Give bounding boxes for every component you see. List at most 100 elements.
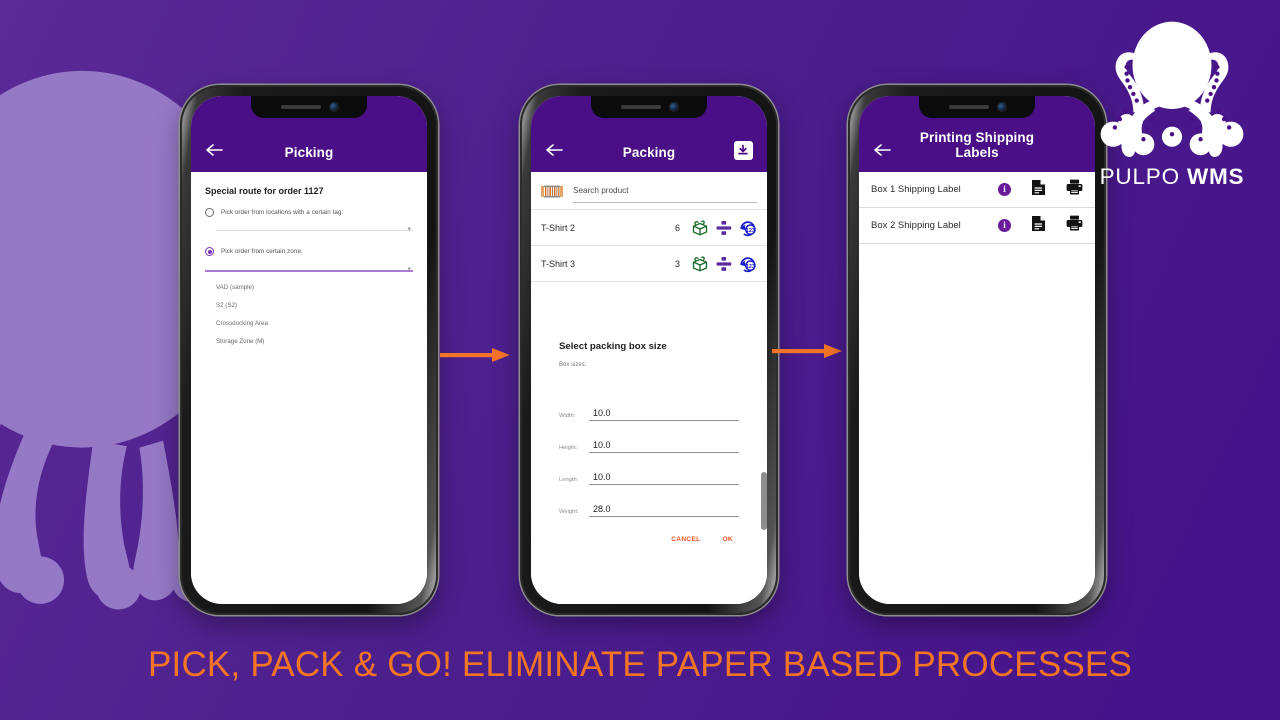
zone-select-underline[interactable]: ▾ <box>205 266 413 273</box>
divide-icon[interactable] <box>716 255 732 273</box>
appbar-trailing-spacer <box>389 136 417 164</box>
headline-text: PICK, PACK & GO! ELIMINATE PAPER BASED P… <box>147 645 1133 684</box>
radio-label-zone: Pick order from certain zone: <box>221 248 303 255</box>
weight-label: Weight: <box>559 509 579 515</box>
radio-option-zone[interactable]: Pick order from certain zone: <box>205 247 413 256</box>
page-title: Printing Shipping Labels <box>919 130 1035 160</box>
barcode-scan-icon[interactable] <box>541 184 563 199</box>
length-label: Length: <box>559 477 579 483</box>
row-actions: i <box>998 215 1083 237</box>
weight-field-row: Weight: 28.0 <box>559 504 739 517</box>
screen-printing: Printing Shipping Labels Box 1 Shipping … <box>859 96 1095 604</box>
list-item[interactable]: Crossdocking Area <box>216 315 413 333</box>
page-title: Picking <box>284 145 334 160</box>
table-row[interactable]: T-Shirt 3 3 123 <box>531 245 767 281</box>
weight-input[interactable]: 28.0 <box>589 504 739 517</box>
brand-name-light: PULPO <box>1099 164 1180 189</box>
height-field-row: Height: 10.0 <box>559 440 739 453</box>
dialog-actions: CANCEL OK <box>559 536 739 543</box>
radio-icon-tag[interactable] <box>205 208 214 217</box>
open-box-icon[interactable] <box>690 255 710 273</box>
search-input[interactable]: Search product <box>573 180 757 203</box>
svg-text:123: 123 <box>746 228 755 234</box>
tag-select-underline[interactable]: ▾ <box>216 226 413 233</box>
radio-option-tag[interactable]: Pick order from locations with a certain… <box>205 208 413 217</box>
appbar-trailing-spacer <box>1057 136 1085 164</box>
screen-picking: Picking Special route for order 1127 Pic… <box>191 96 427 604</box>
row-actions: i <box>998 179 1083 201</box>
chevron-down-icon-zone[interactable]: ▾ <box>407 265 411 273</box>
printer-icon[interactable] <box>1066 179 1083 200</box>
height-input[interactable]: 10.0 <box>589 440 739 453</box>
screen-packing: Packing Search product T-Shirt 2 6 123 T… <box>531 96 767 604</box>
svg-text:123: 123 <box>746 264 755 270</box>
label-name: Box 2 Shipping Label <box>871 220 961 231</box>
cancel-button[interactable]: CANCEL <box>671 536 700 543</box>
phone-mockup-printing: Printing Shipping Labels Box 1 Shipping … <box>848 85 1106 615</box>
renumber-123-icon[interactable]: 123 <box>738 254 757 273</box>
dialog-title: Select packing box size <box>559 341 667 352</box>
length-field-row: Length: 10.0 <box>559 472 739 485</box>
search-placeholder: Search product <box>573 186 629 195</box>
phone-notch <box>591 96 707 118</box>
table-row[interactable]: T-Shirt 2 6 123 <box>531 209 767 245</box>
table-row[interactable]: Box 1 Shipping Label i <box>859 172 1095 208</box>
list-divider <box>531 281 767 282</box>
info-icon[interactable]: i <box>998 219 1011 232</box>
divide-icon[interactable] <box>716 219 732 237</box>
picking-body: Special route for order 1127 Pick order … <box>191 172 427 604</box>
list-item[interactable]: S2 (S2) <box>216 297 413 315</box>
width-field-row: Width: 10.0 <box>559 408 739 421</box>
product-name: T-Shirt 3 <box>541 258 576 269</box>
phone-mockup-picking: Picking Special route for order 1127 Pic… <box>180 85 438 615</box>
product-qty: 6 <box>674 222 680 233</box>
document-icon[interactable] <box>1031 179 1046 201</box>
back-arrow-icon[interactable] <box>201 136 229 164</box>
phone-mockup-packing: Packing Search product T-Shirt 2 6 123 T… <box>520 85 778 615</box>
ok-button[interactable]: OK <box>723 536 734 543</box>
octopus-logo-icon <box>1088 14 1256 162</box>
speaker-slot <box>620 105 661 109</box>
width-label: Width: <box>559 413 576 419</box>
download-box-icon[interactable] <box>729 136 757 164</box>
back-arrow-icon[interactable] <box>541 136 569 164</box>
radio-label-tag: Pick order from locations with a certain… <box>221 209 344 216</box>
info-icon[interactable]: i <box>998 183 1011 196</box>
list-item[interactable]: Storage Zone (M) <box>216 333 413 351</box>
chevron-down-icon-tag[interactable]: ▾ <box>407 225 411 233</box>
packing-box-size-dialog: Select packing box size Box sizes: Width… <box>531 327 767 604</box>
product-name: T-Shirt 2 <box>541 222 576 233</box>
phone-notch <box>919 96 1035 118</box>
packing-body: Search product T-Shirt 2 6 123 T-Shirt 3… <box>531 172 767 604</box>
speaker-slot <box>280 105 321 109</box>
back-arrow-icon[interactable] <box>869 136 897 164</box>
brand-wordmark: PULPO WMS <box>1088 164 1256 190</box>
search-row: Search product <box>531 172 767 209</box>
product-qty: 3 <box>674 258 680 269</box>
renumber-123-icon[interactable]: 123 <box>738 218 757 237</box>
row-actions: 123 <box>690 218 757 237</box>
table-row[interactable]: Box 2 Shipping Label i <box>859 208 1095 244</box>
slide-canvas: Picking Special route for order 1127 Pic… <box>0 0 1280 720</box>
length-input[interactable]: 10.0 <box>589 472 739 485</box>
front-camera <box>669 103 678 111</box>
front-camera <box>997 103 1006 111</box>
height-label: Height: <box>559 445 578 451</box>
zone-list: VAD (sample) S2 (S2) Crossdocking Area S… <box>205 279 413 351</box>
list-item[interactable]: VAD (sample) <box>216 279 413 297</box>
radio-icon-zone[interactable] <box>205 247 214 256</box>
front-camera <box>329 103 338 111</box>
special-route-heading: Special route for order 1127 <box>205 186 324 196</box>
width-input[interactable]: 10.0 <box>589 408 739 421</box>
document-icon[interactable] <box>1031 215 1046 237</box>
scrollbar-thumb[interactable] <box>761 472 767 530</box>
label-name: Box 1 Shipping Label <box>871 184 961 195</box>
speaker-slot <box>948 105 989 109</box>
open-box-icon[interactable] <box>690 219 710 237</box>
arrow-phone2-to-phone3 <box>772 341 844 361</box>
page-title: Packing <box>622 145 676 160</box>
row-actions: 123 <box>690 254 757 273</box>
box-sizes-empty-area <box>559 368 739 408</box>
printer-icon[interactable] <box>1066 215 1083 236</box>
phone-notch <box>251 96 367 118</box>
